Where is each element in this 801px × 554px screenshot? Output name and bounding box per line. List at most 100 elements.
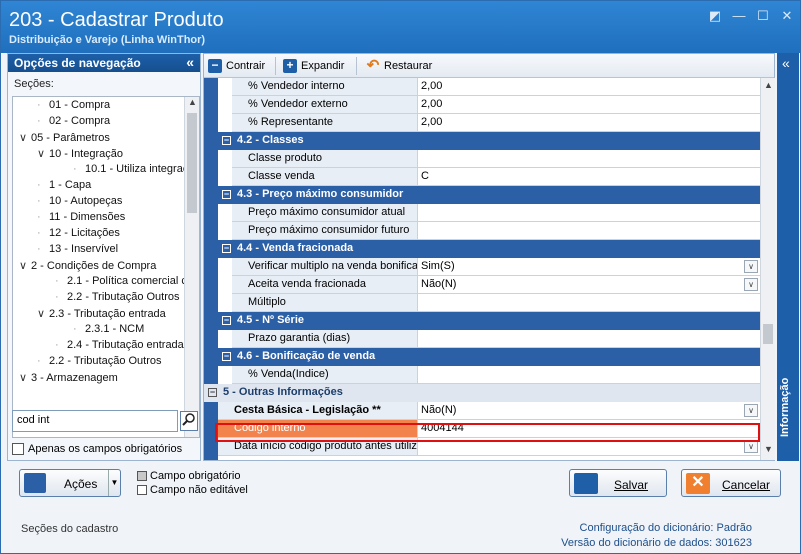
collapse-box-icon[interactable]: − bbox=[222, 136, 231, 145]
grid-row[interactable]: Verificar multiplo na venda bonifica Sim(… bbox=[218, 258, 760, 276]
tree-node[interactable]: · 1 - Capa bbox=[37, 179, 91, 195]
grid-row[interactable]: Classe venda C bbox=[218, 168, 760, 186]
dropdown-chevron-icon[interactable]: ∨ bbox=[744, 278, 758, 291]
expand-toggle-icon[interactable]: ∨ bbox=[37, 307, 49, 320]
cancel-button[interactable]: ✕ Cancelar bbox=[681, 469, 781, 497]
expand-toggle-icon[interactable]: ∨ bbox=[19, 259, 31, 272]
maximize-icon[interactable]: ☐ bbox=[756, 9, 770, 23]
property-value[interactable]: 2,00 bbox=[418, 78, 760, 96]
property-value[interactable] bbox=[418, 330, 760, 348]
property-label[interactable]: Cesta Básica - Legislação ** bbox=[218, 402, 418, 420]
scroll-up-icon[interactable]: ▲ bbox=[185, 97, 199, 111]
collapse-left-icon[interactable]: « bbox=[186, 54, 194, 70]
property-grid[interactable]: % Vendedor interno 2,00% Vendedor externo… bbox=[204, 78, 760, 460]
tree-node[interactable]: · 2.1 - Política comercial com bbox=[55, 275, 185, 291]
grid-category[interactable]: −4.5 - Nº Série bbox=[218, 312, 760, 330]
tree-node[interactable]: · 01 - Compra bbox=[37, 99, 110, 115]
tree-node[interactable]: ∨ 2.3 - Tributação entrada bbox=[37, 307, 166, 323]
grid-row[interactable]: Aceita venda fracionada Não(N) ∨ bbox=[218, 276, 760, 294]
property-label[interactable]: % Venda(Indice) bbox=[232, 366, 418, 384]
collapse-box-icon[interactable]: − bbox=[222, 244, 231, 253]
collapse-box-icon[interactable]: − bbox=[222, 190, 231, 199]
tree-node[interactable]: ∨ 10 - Integração bbox=[37, 147, 123, 163]
grid-category[interactable]: −4.3 - Preço máximo consumidor bbox=[218, 186, 760, 204]
grid-row[interactable]: Prazo garantia (dias) bbox=[218, 330, 760, 348]
tree-node[interactable]: ∨ 05 - Parâmetros bbox=[19, 131, 110, 147]
expand-toggle-icon[interactable]: ∨ bbox=[37, 147, 49, 160]
restore-layout-icon[interactable]: ◩ bbox=[708, 9, 722, 23]
grid-category[interactable]: −4.2 - Classes bbox=[218, 132, 760, 150]
collapse-box-icon[interactable]: − bbox=[208, 388, 217, 397]
grid-scroll-thumb[interactable] bbox=[763, 324, 773, 344]
info-sidebar[interactable]: « Informação bbox=[777, 53, 799, 461]
tree-node[interactable]: · 02 - Compra bbox=[37, 115, 110, 131]
property-label[interactable]: % Vendedor interno bbox=[232, 78, 418, 96]
property-label[interactable]: Preço máximo consumidor futuro bbox=[232, 222, 418, 240]
grid-row[interactable]: % Representante 2,00 bbox=[218, 114, 760, 132]
expand-toggle-icon[interactable]: ∨ bbox=[19, 371, 31, 384]
property-label[interactable]: % Representante bbox=[232, 114, 418, 132]
grid-category[interactable]: −4.6 - Bonificação de venda bbox=[218, 348, 760, 366]
chevron-down-icon[interactable]: ▼ bbox=[108, 470, 120, 496]
grid-row[interactable]: Cesta Básica - Legislação ** Não(N) ∨ bbox=[218, 402, 760, 420]
property-value[interactable] bbox=[418, 204, 760, 222]
tree-node[interactable]: · 10 - Autopeças bbox=[37, 195, 122, 211]
grid-category[interactable]: −4.4 - Venda fracionada bbox=[218, 240, 760, 258]
grid-row[interactable]: Múltiplo bbox=[218, 294, 760, 312]
tree-node[interactable]: · 13 - Inservível bbox=[37, 243, 118, 259]
tree-node[interactable]: · 2.4 - Tributação entrada In bbox=[55, 339, 185, 355]
only-required-checkbox-row[interactable]: Apenas os campos obrigatórios bbox=[12, 443, 182, 455]
grid-scroll-down-icon[interactable]: ▼ bbox=[761, 444, 776, 458]
search-button[interactable] bbox=[180, 411, 198, 431]
dropdown-chevron-icon[interactable]: ∨ bbox=[744, 260, 758, 273]
property-value[interactable]: 2,00 bbox=[418, 96, 760, 114]
tree-node[interactable]: ∨ 3 - Armazenagem bbox=[19, 371, 118, 387]
grid-row[interactable]: Preço máximo consumidor atual bbox=[218, 204, 760, 222]
minimize-icon[interactable]: — bbox=[732, 9, 746, 23]
grid-category[interactable]: −5 - Outras Informações bbox=[204, 384, 760, 402]
property-label[interactable]: Aceita venda fracionada bbox=[232, 276, 418, 294]
property-value[interactable]: Não(N) ∨ bbox=[418, 402, 760, 420]
property-value[interactable] bbox=[418, 150, 760, 168]
sections-tree[interactable]: · 01 - Compra · 02 - Compra ∨ 05 - Parâmetros… bbox=[12, 96, 200, 438]
tree-node[interactable]: ∨ 2 - Condições de Compra bbox=[19, 259, 156, 275]
tree-node[interactable]: · 10.1 - Utiliza integração bbox=[73, 163, 185, 179]
grid-row[interactable]: % Vendedor externo 2,00 bbox=[218, 96, 760, 114]
property-label[interactable]: Classe produto bbox=[232, 150, 418, 168]
collapse-box-icon[interactable]: − bbox=[222, 316, 231, 325]
expand-toggle-icon[interactable]: ∨ bbox=[19, 131, 31, 144]
property-value[interactable]: Sim(S) ∨ bbox=[418, 258, 760, 276]
tree-node[interactable]: · 2.2 - Tributação Outros bbox=[37, 355, 162, 371]
tree-node[interactable]: · 2.2 - Tributação Outros bbox=[55, 291, 180, 307]
restore-button[interactable]: ↶ Restaurar bbox=[366, 57, 433, 75]
property-value[interactable]: 2,00 bbox=[418, 114, 760, 132]
property-label[interactable]: % Vendedor externo bbox=[232, 96, 418, 114]
property-value[interactable] bbox=[418, 222, 760, 240]
property-value[interactable] bbox=[418, 294, 760, 312]
grid-row[interactable]: % Vendedor interno 2,00 bbox=[218, 78, 760, 96]
property-label[interactable]: Prazo garantia (dias) bbox=[232, 330, 418, 348]
actions-button[interactable]: Ações ▼ bbox=[19, 469, 121, 497]
section-search-input[interactable]: cod int bbox=[12, 410, 178, 432]
only-required-checkbox[interactable] bbox=[12, 443, 24, 455]
dropdown-chevron-icon[interactable]: ∨ bbox=[744, 404, 758, 417]
property-value[interactable] bbox=[418, 366, 760, 384]
grid-row[interactable]: % Venda(Indice) bbox=[218, 366, 760, 384]
tree-scrollbar[interactable]: ▲ ▼ bbox=[184, 97, 199, 437]
collapse-box-icon[interactable]: − bbox=[222, 352, 231, 361]
save-button[interactable]: Salvar bbox=[569, 469, 667, 497]
expand-button[interactable]: + Expandir bbox=[283, 57, 344, 75]
grid-row[interactable]: Classe produto bbox=[218, 150, 760, 168]
close-icon[interactable]: ✕ bbox=[780, 9, 794, 23]
collapse-right-icon[interactable]: « bbox=[782, 55, 790, 71]
collapse-button[interactable]: − Contrair bbox=[208, 57, 265, 75]
grid-row[interactable]: Preço máximo consumidor futuro bbox=[218, 222, 760, 240]
grid-scroll-up-icon[interactable]: ▲ bbox=[761, 80, 776, 94]
tree-node[interactable]: · 11 - Dimensões bbox=[37, 211, 125, 227]
property-label[interactable]: Múltiplo bbox=[232, 294, 418, 312]
tree-node[interactable]: · 2.3.1 - NCM bbox=[73, 323, 144, 339]
property-label[interactable]: Verificar multiplo na venda bonifica bbox=[232, 258, 418, 276]
scroll-thumb[interactable] bbox=[187, 113, 197, 213]
property-value[interactable]: Não(N) ∨ bbox=[418, 276, 760, 294]
property-label[interactable]: Preço máximo consumidor atual bbox=[232, 204, 418, 222]
